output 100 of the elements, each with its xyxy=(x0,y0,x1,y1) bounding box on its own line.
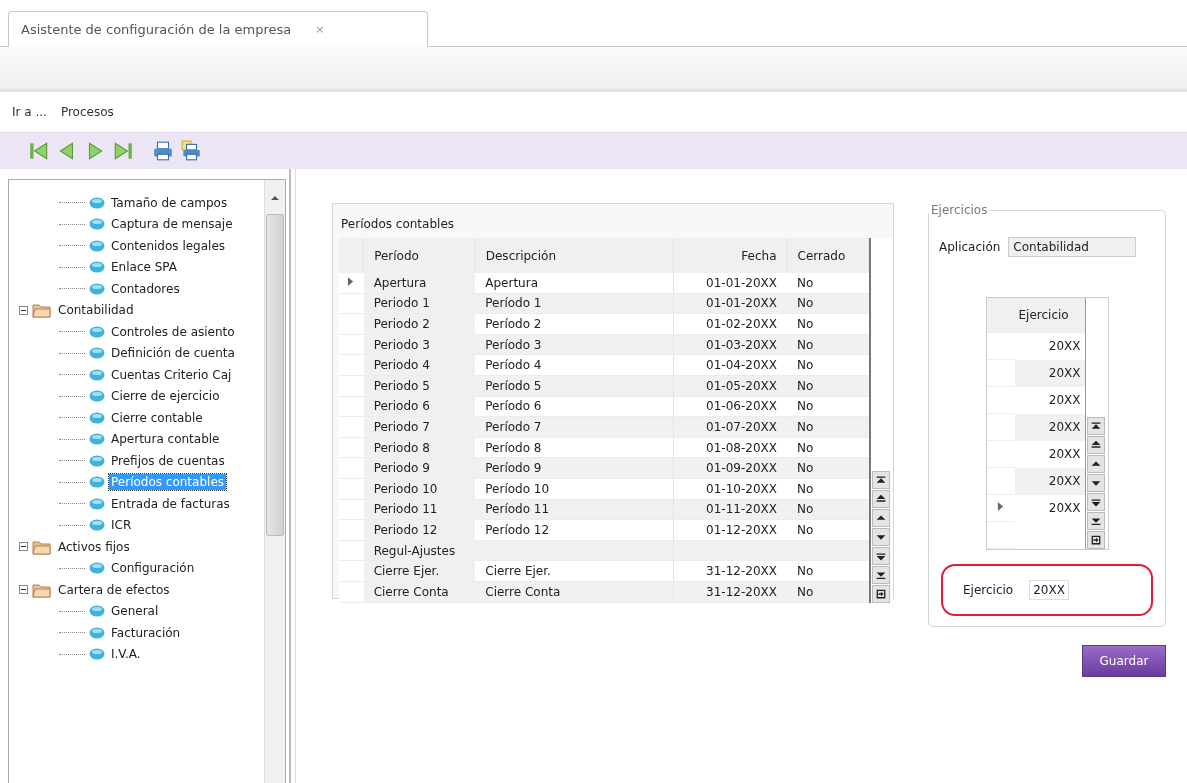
tree-item[interactable]: Apertura contable xyxy=(109,431,222,448)
printer-icon[interactable] xyxy=(152,140,174,162)
column-header[interactable]: Período xyxy=(363,238,476,273)
tree-item[interactable]: Entrada de facturas xyxy=(109,495,232,512)
exercise-field[interactable]: 20XX xyxy=(1029,580,1069,600)
table-cell: No xyxy=(797,584,814,599)
table-cell: Periodo 11 xyxy=(373,502,438,517)
pagedown-nav-icon[interactable] xyxy=(872,546,890,565)
table-cell: Periodo 10 xyxy=(373,481,438,496)
tree-item[interactable]: Prefijos de cuentas xyxy=(109,452,227,469)
group-title: Ejercicios xyxy=(930,203,989,217)
table-cell: No xyxy=(797,440,814,455)
column-header[interactable]: Descripción xyxy=(475,238,674,273)
tree-item[interactable]: Enlace SPA xyxy=(109,259,179,276)
sphere-icon xyxy=(89,454,105,467)
table-cell: Período 7 xyxy=(485,419,542,434)
table-cell: Periodo 2 xyxy=(373,317,430,331)
table-cell: No xyxy=(797,358,814,373)
table-cell: 01-12-20XX xyxy=(706,522,777,537)
table-cell: Periodo 12 xyxy=(373,522,438,537)
bookmark-nav-icon[interactable] xyxy=(872,584,890,603)
table-cell: 20XX xyxy=(1048,366,1081,380)
down-nav-icon[interactable] xyxy=(1086,474,1105,492)
column-header[interactable]: Cerrado xyxy=(787,238,869,273)
document-tab[interactable]: Asistente de configuración de la empresa × xyxy=(8,11,428,47)
field-label: Ejercicio xyxy=(963,583,1014,597)
table-cell: Periodo 8 xyxy=(373,440,430,455)
table-cell: Período 9 xyxy=(485,461,542,476)
tree-item[interactable]: Cuentas Criterio Caj xyxy=(109,366,234,383)
up-nav-icon[interactable] xyxy=(1086,455,1105,473)
tree-item[interactable]: Tamaño de campos xyxy=(109,194,230,211)
table-cell: Regul-Ajustes xyxy=(373,543,456,558)
table-cell: No xyxy=(797,564,814,579)
tree-item[interactable]: Definición de cuenta xyxy=(109,345,237,362)
scrollbar[interactable] xyxy=(264,180,285,783)
last-record-icon[interactable] xyxy=(112,140,134,162)
menu-item[interactable]: Ir a ... xyxy=(12,105,47,119)
table-cell: Período 3 xyxy=(485,337,542,352)
first-record-icon[interactable] xyxy=(28,140,50,162)
pageup-nav-icon[interactable] xyxy=(1086,436,1105,454)
table-cell: No xyxy=(797,502,814,517)
sphere-icon xyxy=(89,605,105,618)
table-cell: Cierre Ejer. xyxy=(485,564,551,579)
table-cell: 31-12-20XX xyxy=(706,564,777,579)
tree-item[interactable]: ICR xyxy=(109,517,134,534)
down-nav-icon[interactable] xyxy=(872,527,890,546)
tree-item[interactable]: Activos fijos xyxy=(56,538,132,555)
scroll-up-icon[interactable] xyxy=(270,194,280,202)
table-cell: No xyxy=(797,461,814,476)
table-cell: 01-07-20XX xyxy=(706,419,777,434)
table-cell: 01-09-20XX xyxy=(706,461,777,476)
table-cell: Período 1 xyxy=(485,296,542,311)
tree-item[interactable]: Contabilidad xyxy=(56,302,136,319)
table-cell: 01-04-20XX xyxy=(706,358,777,373)
collapse-icon[interactable] xyxy=(19,542,28,552)
collapse-icon[interactable] xyxy=(19,305,28,315)
table-cell: No xyxy=(797,481,814,496)
current-row-icon xyxy=(347,275,354,287)
table-cell: 20XX xyxy=(1048,501,1081,515)
table-cell: 01-10-20XX xyxy=(706,481,777,496)
tree-item[interactable]: Facturación xyxy=(109,624,183,641)
table-cell: No xyxy=(797,275,814,290)
scroll-thumb[interactable] xyxy=(266,214,284,536)
tree-item[interactable]: Cierre contable xyxy=(109,409,205,426)
tree-item[interactable]: Captura de mensaje xyxy=(109,216,235,233)
first-nav-icon[interactable] xyxy=(872,470,890,489)
sphere-icon xyxy=(89,411,105,424)
sphere-icon xyxy=(89,282,105,295)
pageup-nav-icon[interactable] xyxy=(872,489,890,508)
table-cell: 01-05-20XX xyxy=(706,378,777,393)
print-preview-icon[interactable] xyxy=(180,140,202,162)
sphere-icon xyxy=(89,648,105,661)
menu-item[interactable]: Procesos xyxy=(60,105,114,119)
bookmark-nav-icon[interactable] xyxy=(1086,531,1105,549)
tree-item[interactable]: Cartera de efectos xyxy=(56,581,172,598)
last-nav-icon[interactable] xyxy=(1086,512,1105,530)
table-cell: Período 2 xyxy=(485,317,542,331)
table-cell: Período 5 xyxy=(485,378,542,393)
tree-item[interactable]: Cierre de ejercicio xyxy=(109,388,222,405)
table-cell: Apertura xyxy=(373,275,427,290)
sphere-icon xyxy=(89,218,105,231)
save-button[interactable]: Guardar xyxy=(1082,645,1166,677)
folder-icon xyxy=(32,538,52,555)
tree-item[interactable]: Contadores xyxy=(109,280,182,297)
sphere-icon xyxy=(89,433,105,446)
pagedown-nav-icon[interactable] xyxy=(1086,493,1105,511)
column-header[interactable]: Ejercicio xyxy=(1014,298,1085,333)
collapse-icon[interactable] xyxy=(19,585,28,595)
tree-item[interactable]: I.V.A. xyxy=(109,646,143,663)
up-nav-icon[interactable] xyxy=(872,508,890,527)
folder-icon xyxy=(32,581,52,598)
tree-item[interactable]: Contenidos legales xyxy=(109,237,228,254)
tree-item[interactable]: General xyxy=(109,603,161,620)
column-header[interactable]: Fecha xyxy=(673,238,787,273)
first-nav-icon[interactable] xyxy=(1086,417,1105,435)
tree-item[interactable]: Configuración xyxy=(109,560,197,577)
table-cell: Periodo 9 xyxy=(373,461,430,476)
table-cell: Periodo 1 xyxy=(373,296,430,311)
tree-item[interactable]: Controles de asiento xyxy=(109,323,237,340)
last-nav-icon[interactable] xyxy=(872,565,890,584)
